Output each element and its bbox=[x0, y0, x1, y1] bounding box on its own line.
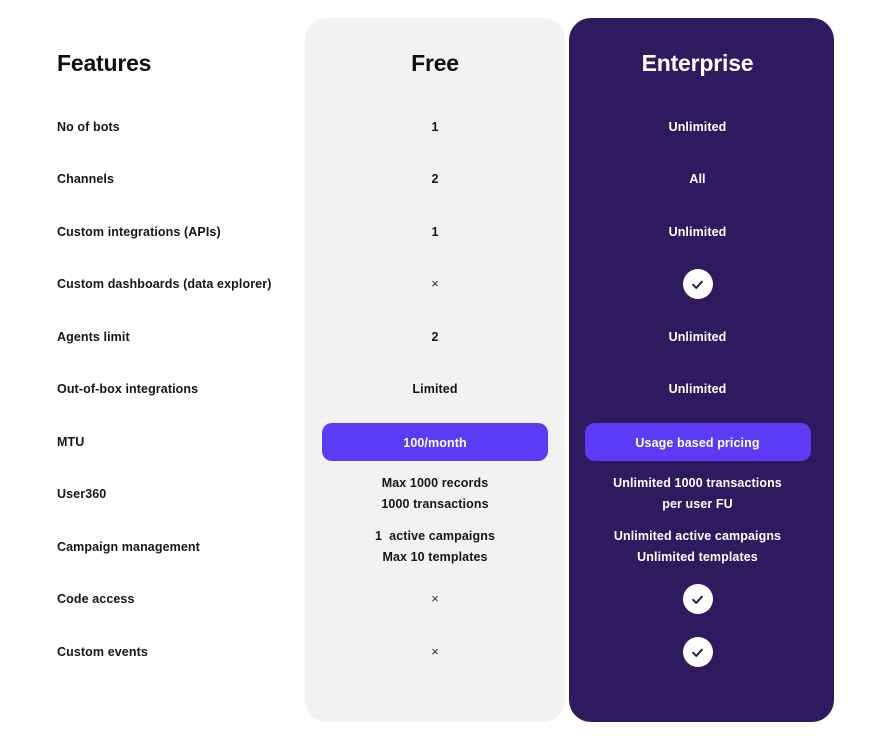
table-row: Code access × bbox=[0, 584, 884, 614]
table-row: Custom dashboards (data explorer) × bbox=[0, 269, 884, 299]
check-circle-icon bbox=[682, 637, 713, 667]
cell-value-enterprise: All bbox=[689, 171, 706, 186]
cell-free: 100/month bbox=[305, 423, 565, 461]
cell-enterprise: Unlimited bbox=[565, 327, 830, 348]
cell-value-free: 2 bbox=[431, 329, 439, 344]
pricing-grid: Features Free Enterprise No of bots 1 Unli… bbox=[0, 0, 884, 736]
cell-free: Limited bbox=[305, 379, 565, 400]
cell-free: × bbox=[305, 275, 565, 293]
feature-label: Channels bbox=[57, 172, 115, 186]
cell-feature: Agents limit bbox=[0, 328, 305, 346]
table-row: Agents limit 2 Unlimited bbox=[0, 322, 884, 352]
table-row: MTU 100/month Usage based pricing bbox=[0, 423, 884, 461]
feature-label: Custom integrations (APIs) bbox=[57, 225, 221, 239]
table-row: Out-of-box integrations Limited Unlimited bbox=[0, 374, 884, 404]
feature-label: Code access bbox=[57, 592, 135, 606]
cell-enterprise: Unlimited 1000 transactions per user FU bbox=[565, 473, 830, 514]
cell-free: × bbox=[305, 643, 565, 661]
table-row: Channels 2 All bbox=[0, 164, 884, 194]
cell-value-enterprise: Unlimited active campaigns Unlimited tem… bbox=[613, 529, 782, 564]
table-header-row: Features Free Enterprise bbox=[0, 43, 884, 83]
cross-icon: × bbox=[431, 276, 439, 291]
cell-feature: User360 bbox=[0, 485, 305, 503]
cell-enterprise bbox=[565, 637, 830, 667]
table-row: Custom events × bbox=[0, 637, 884, 667]
feature-label: Campaign management bbox=[57, 540, 200, 554]
table-row: User360 Max 1000 records 1000 transaction… bbox=[0, 476, 884, 511]
cell-enterprise bbox=[565, 269, 830, 299]
cell-enterprise: Unlimited bbox=[565, 222, 830, 243]
header-cell-enterprise: Enterprise bbox=[565, 50, 830, 77]
cell-enterprise: All bbox=[565, 169, 830, 190]
cell-free: 1 active campaigns Max 10 templates bbox=[305, 526, 565, 567]
cell-feature: Custom dashboards (data explorer) bbox=[0, 275, 305, 293]
cell-free: Max 1000 records 1000 transactions bbox=[305, 473, 565, 514]
feature-label: No of bots bbox=[57, 120, 120, 134]
plan-title-enterprise: Enterprise bbox=[641, 49, 754, 76]
pricing-comparison-table: Features Free Enterprise No of bots 1 Unli… bbox=[0, 0, 884, 736]
cross-icon: × bbox=[431, 591, 439, 606]
cell-value-enterprise: Unlimited bbox=[668, 224, 727, 239]
cell-value-free: Limited bbox=[412, 381, 458, 396]
cell-free: 1 bbox=[305, 117, 565, 138]
cross-icon: × bbox=[431, 644, 439, 659]
cell-value-free: 1 bbox=[431, 119, 439, 134]
cell-enterprise: Unlimited active campaigns Unlimited tem… bbox=[565, 526, 830, 567]
cell-feature: Custom events bbox=[0, 643, 305, 661]
header-cell-free: Free bbox=[305, 50, 565, 77]
cell-free: 2 bbox=[305, 327, 565, 348]
cell-value-enterprise: Unlimited bbox=[668, 329, 727, 344]
cell-feature: Custom integrations (APIs) bbox=[0, 223, 305, 241]
check-circle-icon bbox=[682, 269, 713, 299]
check-circle-icon bbox=[682, 584, 713, 614]
feature-label: MTU bbox=[57, 435, 85, 449]
cell-enterprise bbox=[565, 584, 830, 614]
cell-value-enterprise: Unlimited bbox=[668, 119, 727, 134]
feature-label: User360 bbox=[57, 487, 107, 501]
cell-feature: Channels bbox=[0, 170, 305, 188]
mtu-enterprise-pill-button[interactable]: Usage based pricing bbox=[584, 423, 811, 461]
feature-label: Custom events bbox=[57, 645, 148, 659]
mtu-free-pill-button[interactable]: 100/month bbox=[322, 423, 548, 461]
cell-free: 1 bbox=[305, 222, 565, 243]
feature-label: Out-of-box integrations bbox=[57, 382, 199, 396]
cell-feature: Out-of-box integrations bbox=[0, 380, 305, 398]
cell-feature: MTU bbox=[0, 433, 305, 451]
cell-value-free: Max 1000 records 1000 transactions bbox=[381, 476, 489, 511]
page-title: Features bbox=[57, 49, 152, 76]
table-row: Custom integrations (APIs) 1 Unlimited bbox=[0, 217, 884, 247]
cell-value-free: 1 bbox=[431, 224, 439, 239]
cell-value-free: 2 bbox=[431, 171, 439, 186]
table-row: No of bots 1 Unlimited bbox=[0, 112, 884, 142]
cell-value-free: 1 active campaigns Max 10 templates bbox=[374, 529, 495, 564]
cell-feature: Code access bbox=[0, 590, 305, 608]
feature-label: Agents limit bbox=[57, 330, 130, 344]
cell-free: 2 bbox=[305, 169, 565, 190]
cell-value-enterprise: Unlimited 1000 transactions per user FU bbox=[613, 476, 782, 511]
cell-feature: No of bots bbox=[0, 118, 305, 136]
cell-feature: Campaign management bbox=[0, 538, 305, 556]
cell-free: × bbox=[305, 590, 565, 608]
cell-enterprise: Unlimited bbox=[565, 379, 830, 400]
cell-enterprise: Unlimited bbox=[565, 117, 830, 138]
table-row: Campaign management 1 active campaigns Ma… bbox=[0, 529, 884, 564]
feature-label: Custom dashboards (data explorer) bbox=[57, 277, 272, 291]
cell-value-enterprise: Unlimited bbox=[668, 381, 727, 396]
plan-title-free: Free bbox=[411, 49, 459, 76]
cell-enterprise: Usage based pricing bbox=[565, 423, 830, 461]
header-cell-features: Features bbox=[0, 50, 305, 77]
